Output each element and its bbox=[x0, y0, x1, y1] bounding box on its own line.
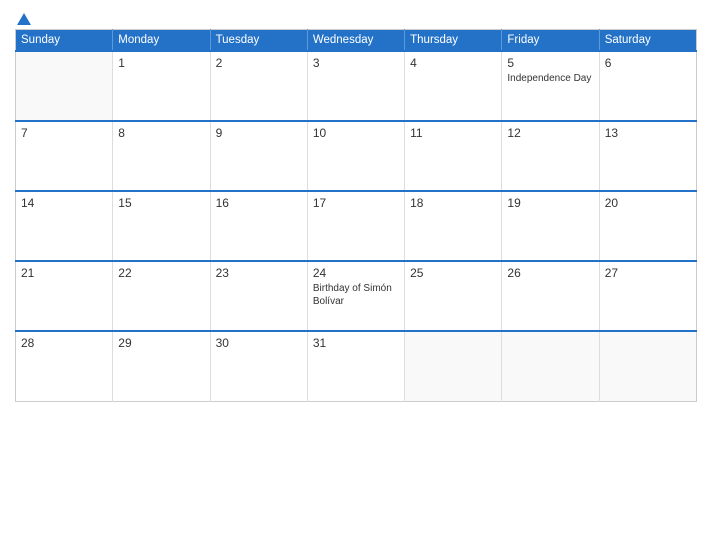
day-event: Independence Day bbox=[507, 73, 591, 84]
day-number: 18 bbox=[410, 196, 496, 210]
logo-triangle-icon bbox=[17, 13, 31, 25]
day-number: 28 bbox=[21, 336, 107, 350]
calendar-cell bbox=[502, 331, 599, 401]
day-number: 29 bbox=[118, 336, 204, 350]
day-number: 23 bbox=[216, 266, 302, 280]
day-number: 8 bbox=[118, 126, 204, 140]
calendar-cell: 20 bbox=[599, 191, 696, 261]
day-number: 7 bbox=[21, 126, 107, 140]
calendar-cell: 26 bbox=[502, 261, 599, 331]
day-header-tuesday: Tuesday bbox=[210, 30, 307, 52]
calendar-table: SundayMondayTuesdayWednesdayThursdayFrid… bbox=[15, 29, 697, 402]
day-number: 22 bbox=[118, 266, 204, 280]
calendar-cell: 17 bbox=[307, 191, 404, 261]
day-header-saturday: Saturday bbox=[599, 30, 696, 52]
week-row-1: 12345 Independence Day 6 bbox=[16, 51, 697, 121]
day-number: 19 bbox=[507, 196, 593, 210]
day-number: 3 bbox=[313, 56, 399, 70]
calendar-cell bbox=[599, 331, 696, 401]
day-header-monday: Monday bbox=[113, 30, 210, 52]
calendar-cell bbox=[405, 331, 502, 401]
day-number: 31 bbox=[313, 336, 399, 350]
calendar-cell: 10 bbox=[307, 121, 404, 191]
calendar-cell: 3 bbox=[307, 51, 404, 121]
day-number: 24 bbox=[313, 266, 399, 280]
day-number: 11 bbox=[410, 126, 496, 140]
logo bbox=[15, 10, 31, 25]
calendar-cell: 27 bbox=[599, 261, 696, 331]
calendar-cell bbox=[16, 51, 113, 121]
calendar-cell: 28 bbox=[16, 331, 113, 401]
calendar-cell: 13 bbox=[599, 121, 696, 191]
calendar-cell: 24 Birthday of Simón Bolívar bbox=[307, 261, 404, 331]
day-header-sunday: Sunday bbox=[16, 30, 113, 52]
day-number: 16 bbox=[216, 196, 302, 210]
day-number: 6 bbox=[605, 56, 691, 70]
calendar-cell: 14 bbox=[16, 191, 113, 261]
week-row-5: 28 29 30 31 bbox=[16, 331, 697, 401]
week-row-3: 14 15 16 17 18 19 20 bbox=[16, 191, 697, 261]
day-header-friday: Friday bbox=[502, 30, 599, 52]
calendar-cell: 12 bbox=[502, 121, 599, 191]
day-number: 13 bbox=[605, 126, 691, 140]
calendar-cell: 1 bbox=[113, 51, 210, 121]
header bbox=[15, 10, 697, 25]
calendar-cell: 22 bbox=[113, 261, 210, 331]
calendar-cell: 19 bbox=[502, 191, 599, 261]
day-number: 15 bbox=[118, 196, 204, 210]
calendar-header-row: SundayMondayTuesdayWednesdayThursdayFrid… bbox=[16, 30, 697, 52]
week-row-2: 789 10 11 12 13 bbox=[16, 121, 697, 191]
day-number: 25 bbox=[410, 266, 496, 280]
week-row-4: 21 22 23 24 Birthday of Simón Bolívar 25 26 27 bbox=[16, 261, 697, 331]
calendar-cell: 7 bbox=[16, 121, 113, 191]
day-number: 10 bbox=[313, 126, 399, 140]
calendar-cell: 21 bbox=[16, 261, 113, 331]
day-number: 5 bbox=[507, 56, 593, 70]
calendar-cell: 5 Independence Day bbox=[502, 51, 599, 121]
day-number: 12 bbox=[507, 126, 593, 140]
day-number: 21 bbox=[21, 266, 107, 280]
calendar-cell: 23 bbox=[210, 261, 307, 331]
calendar-cell: 11 bbox=[405, 121, 502, 191]
day-number: 14 bbox=[21, 196, 107, 210]
day-number: 26 bbox=[507, 266, 593, 280]
calendar-cell: 9 bbox=[210, 121, 307, 191]
day-header-wednesday: Wednesday bbox=[307, 30, 404, 52]
day-number: 17 bbox=[313, 196, 399, 210]
calendar-cell: 4 bbox=[405, 51, 502, 121]
calendar-cell: 2 bbox=[210, 51, 307, 121]
day-number: 4 bbox=[410, 56, 496, 70]
calendar-cell: 25 bbox=[405, 261, 502, 331]
day-number: 9 bbox=[216, 126, 302, 140]
day-header-thursday: Thursday bbox=[405, 30, 502, 52]
day-number: 27 bbox=[605, 266, 691, 280]
calendar-cell: 29 bbox=[113, 331, 210, 401]
day-number: 20 bbox=[605, 196, 691, 210]
day-number: 30 bbox=[216, 336, 302, 350]
calendar-cell: 30 bbox=[210, 331, 307, 401]
calendar-cell: 16 bbox=[210, 191, 307, 261]
calendar-cell: 6 bbox=[599, 51, 696, 121]
day-number: 2 bbox=[216, 56, 302, 70]
day-event: Birthday of Simón Bolívar bbox=[313, 283, 392, 307]
calendar-cell: 8 bbox=[113, 121, 210, 191]
calendar-cell: 18 bbox=[405, 191, 502, 261]
calendar-cell: 15 bbox=[113, 191, 210, 261]
calendar-cell: 31 bbox=[307, 331, 404, 401]
day-number: 1 bbox=[118, 56, 204, 70]
